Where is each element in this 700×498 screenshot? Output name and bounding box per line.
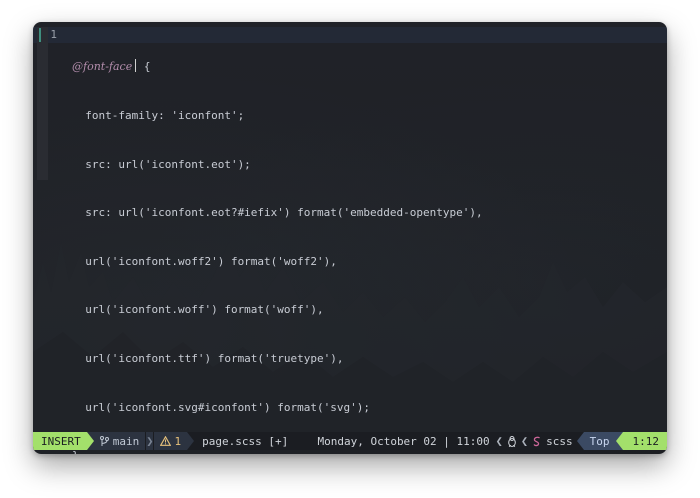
code-line[interactable]: url('iconfont.ttf') format('truetype'), bbox=[72, 351, 483, 367]
powerline-separator bbox=[615, 432, 623, 450]
sign-column bbox=[37, 27, 48, 180]
filetype-label: scss bbox=[546, 434, 573, 448]
warning-triangle-icon bbox=[160, 436, 172, 446]
line-number: 1 bbox=[50, 28, 57, 41]
code-line[interactable]: src: url('iconfont.eot'); bbox=[72, 157, 483, 173]
git-branch-name: main bbox=[112, 434, 140, 448]
chevron-right-icon: ❯ bbox=[146, 432, 154, 450]
date-time: Monday, October 02 | 11:00 bbox=[317, 434, 490, 448]
code-line[interactable]: url('iconfont.woff2') format('woff2'), bbox=[72, 254, 483, 270]
powerline-separator bbox=[187, 432, 195, 450]
code-line[interactable]: url('iconfont.svg#iconfont') format('svg… bbox=[72, 400, 483, 416]
editor-pane[interactable]: 1 @font-face { font-family: 'iconfont'; … bbox=[33, 22, 667, 454]
diagnostics-segment[interactable]: 1 bbox=[154, 432, 188, 450]
git-change-marker bbox=[39, 28, 41, 42]
linux-penguin-icon bbox=[508, 435, 516, 447]
filetype-segment[interactable]: scss bbox=[530, 432, 577, 450]
code-line[interactable]: @font-face { bbox=[72, 59, 483, 75]
powerline-separator bbox=[576, 432, 584, 450]
terminal-window: 1 @font-face { font-family: 'iconfont'; … bbox=[33, 22, 667, 454]
code-keyword: @font-face bbox=[72, 60, 133, 74]
code-line[interactable]: src: url('iconfont.eot?#iefix') format('… bbox=[72, 205, 482, 221]
chevron-left-icon: ❮ bbox=[520, 434, 529, 448]
code-buffer[interactable]: @font-face { font-family: 'iconfont'; sr… bbox=[72, 27, 483, 454]
code-line[interactable]: font-family: 'iconfont'; bbox=[72, 108, 483, 124]
scroll-position: Top bbox=[583, 432, 616, 450]
warning-count: 1 bbox=[174, 434, 182, 448]
cursor-position: 1:12 bbox=[622, 432, 667, 450]
git-branch-icon bbox=[99, 435, 109, 446]
code-line[interactable]: url('iconfont.woff') format('woff'), bbox=[72, 302, 483, 318]
filename[interactable]: page.scss [+] bbox=[194, 432, 294, 450]
git-branch-segment[interactable]: main bbox=[93, 432, 146, 450]
status-line: INSERT main ❯ 1 page.scss [+] Monday, Oc… bbox=[33, 432, 667, 450]
powerline-separator bbox=[86, 432, 94, 450]
mode-indicator: INSERT bbox=[33, 432, 87, 450]
sass-icon bbox=[533, 436, 541, 446]
code-text: { bbox=[137, 60, 151, 74]
chevron-left-icon: ❮ bbox=[495, 434, 503, 448]
